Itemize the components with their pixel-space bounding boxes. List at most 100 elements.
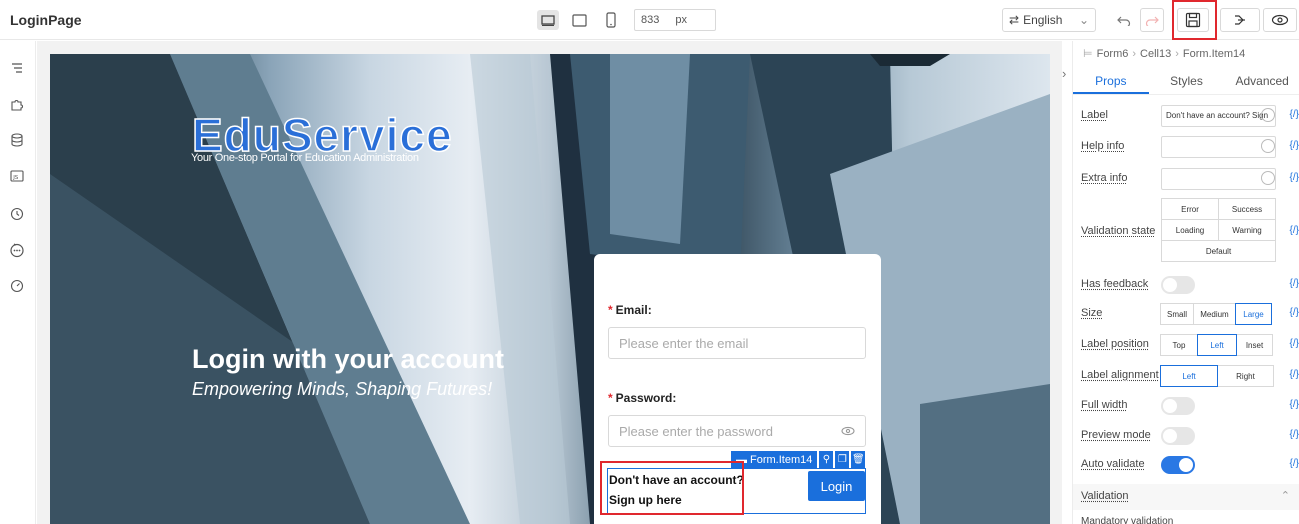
toggle-knob: [1163, 429, 1177, 443]
prop-validation-state: Validation state Error Success Loading W…: [1081, 198, 1299, 264]
copy-item-button[interactable]: ❐: [835, 451, 849, 468]
tab-styles[interactable]: Styles: [1149, 69, 1225, 94]
extra-info-input[interactable]: [1161, 168, 1276, 190]
code-toggle[interactable]: {/}: [1290, 458, 1299, 469]
eye-icon[interactable]: [841, 426, 855, 436]
password-field[interactable]: Please enter the password: [608, 415, 866, 447]
align-right[interactable]: Right: [1217, 365, 1274, 387]
option-success[interactable]: Success: [1218, 198, 1276, 220]
mandatory-validation-label: Mandatory validation: [1081, 516, 1173, 524]
login-button[interactable]: Login: [808, 471, 865, 501]
code-toggle[interactable]: {/}: [1290, 172, 1299, 183]
email-label-text: Email:: [616, 303, 652, 317]
position-left[interactable]: Left: [1197, 334, 1237, 356]
outline-tree-button[interactable]: [9, 60, 25, 76]
tablet-view-button[interactable]: [570, 12, 588, 28]
tab-advanced[interactable]: Advanced: [1224, 69, 1299, 94]
align-left[interactable]: Left: [1160, 365, 1218, 387]
globe-icon[interactable]: [1261, 108, 1275, 122]
size-segmented: Small Medium Large: [1161, 303, 1272, 325]
validation-section-header[interactable]: Validation ⌃: [1073, 484, 1299, 510]
history-button[interactable]: [9, 206, 25, 222]
breadcrumb-item[interactable]: Form6: [1097, 48, 1129, 60]
option-loading[interactable]: Loading: [1161, 219, 1219, 241]
breadcrumb-separator: ›: [1132, 48, 1136, 60]
size-large[interactable]: Large: [1235, 303, 1272, 325]
position-inset[interactable]: Inset: [1236, 334, 1273, 356]
password-label-text: Password:: [616, 391, 677, 405]
auto-validate-toggle[interactable]: [1161, 456, 1195, 474]
canvas-width-input[interactable]: 833 px: [634, 9, 716, 31]
prop-preview-mode: Preview mode {/}: [1081, 425, 1299, 449]
app-window: LoginPage 833 px ⇄ English ⌄ JS EduServi…: [0, 0, 1299, 524]
desktop-view-button[interactable]: [537, 10, 559, 30]
size-medium[interactable]: Medium: [1193, 303, 1236, 325]
select-parent-button[interactable]: ⚲: [819, 451, 833, 468]
language-select[interactable]: ⇄ English ⌄: [1002, 8, 1096, 32]
label-input[interactable]: Don't have an account? Sign: [1161, 105, 1276, 127]
has-feedback-toggle[interactable]: [1161, 276, 1195, 294]
option-warning[interactable]: Warning: [1218, 219, 1276, 241]
properties-panel: ⊨ Form6 › Cell13 › Form.Item14 Props Sty…: [1072, 41, 1299, 524]
email-field[interactable]: Please enter the email: [608, 327, 866, 359]
translate-icon: ⇄: [1009, 13, 1019, 27]
breadcrumb-item[interactable]: Form.Item14: [1183, 48, 1245, 60]
assistant-button[interactable]: [9, 242, 25, 258]
prop-name: Auto validate: [1081, 458, 1145, 470]
globe-icon[interactable]: [1261, 139, 1275, 153]
help-info-input[interactable]: [1161, 136, 1276, 158]
label-alignment-segmented: Left Right: [1161, 365, 1274, 387]
prop-extra-info: Extra info {/}: [1081, 168, 1299, 192]
collapse-panel-button[interactable]: ›: [1062, 66, 1072, 90]
top-toolbar: LoginPage 833 px ⇄ English ⌄: [0, 0, 1299, 40]
required-mark: *: [608, 391, 613, 405]
width-value: 833: [641, 14, 659, 26]
data-source-button[interactable]: [9, 132, 25, 148]
eye-icon: [1271, 14, 1289, 26]
prop-label-position: Label position Top Left Inset {/}: [1081, 334, 1299, 358]
code-toggle[interactable]: {/}: [1290, 338, 1299, 349]
js-code-button[interactable]: JS: [9, 168, 25, 184]
code-toggle[interactable]: {/}: [1290, 307, 1299, 318]
puzzle-icon: [10, 97, 24, 111]
preview-button[interactable]: [1263, 8, 1297, 32]
prop-name: Validation state: [1081, 225, 1155, 237]
code-toggle[interactable]: {/}: [1290, 369, 1299, 380]
mobile-view-button[interactable]: [602, 12, 620, 28]
svg-text:JS: JS: [12, 175, 19, 181]
size-small[interactable]: Small: [1160, 303, 1194, 325]
code-toggle[interactable]: {/}: [1290, 140, 1299, 151]
undo-button[interactable]: [1114, 8, 1134, 32]
hierarchy-icon: ⚲: [823, 454, 830, 465]
components-button[interactable]: [9, 96, 25, 112]
undo-icon: [1117, 14, 1131, 26]
selected-item-toolbar: ▬ Form.Item14 ⚲ ❐ 🗑: [731, 451, 865, 468]
settings-button[interactable]: [9, 278, 25, 294]
login-form-card: * Email: Please enter the email * Password…: [594, 254, 881, 524]
full-width-toggle[interactable]: [1161, 397, 1195, 415]
tab-props[interactable]: Props: [1073, 69, 1149, 94]
redo-icon: [1145, 14, 1159, 26]
mobile-icon: [606, 12, 616, 28]
option-error[interactable]: Error: [1161, 198, 1219, 220]
prop-name: Label position: [1081, 338, 1149, 350]
position-top[interactable]: Top: [1160, 334, 1198, 356]
redo-button[interactable]: [1140, 8, 1164, 32]
chevron-down-icon: ⌄: [1079, 13, 1089, 27]
breadcrumb: ⊨ Form6 › Cell13 › Form.Item14: [1083, 47, 1245, 60]
password-placeholder: Please enter the password: [619, 424, 773, 439]
publish-button[interactable]: [1220, 8, 1260, 32]
prop-name: Extra info: [1081, 172, 1127, 184]
password-label: * Password:: [608, 391, 676, 405]
breadcrumb-item[interactable]: Cell13: [1140, 48, 1171, 60]
code-toggle[interactable]: {/}: [1290, 429, 1299, 440]
code-toggle[interactable]: {/}: [1290, 225, 1299, 236]
code-toggle[interactable]: {/}: [1290, 109, 1299, 120]
globe-icon[interactable]: [1261, 171, 1275, 185]
code-toggle[interactable]: {/}: [1290, 399, 1299, 410]
preview-mode-toggle[interactable]: [1161, 427, 1195, 445]
delete-item-button[interactable]: 🗑: [851, 451, 865, 468]
code-toggle[interactable]: {/}: [1290, 278, 1299, 289]
option-default[interactable]: Default: [1161, 240, 1276, 262]
prop-name: Has feedback: [1081, 278, 1148, 290]
